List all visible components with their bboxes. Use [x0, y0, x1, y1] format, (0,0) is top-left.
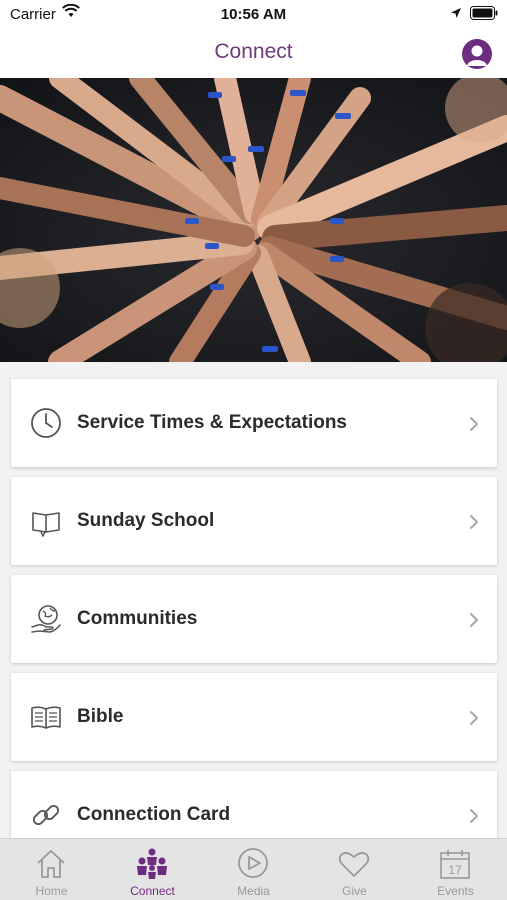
tab-label: Home — [35, 884, 68, 898]
tab-label: Events — [437, 884, 474, 898]
book-icon — [30, 505, 62, 538]
home-icon — [34, 847, 68, 881]
chevron-right-icon — [469, 416, 479, 437]
tab-bar: Home Connect Media Give 17 Events — [0, 838, 507, 900]
hero-image — [0, 78, 507, 362]
chevron-right-icon — [469, 710, 479, 731]
globe-hand-icon — [30, 603, 62, 635]
tab-give[interactable]: Give — [304, 839, 405, 900]
heart-icon — [337, 847, 371, 881]
tab-media[interactable]: Media — [203, 839, 304, 900]
profile-button[interactable] — [462, 39, 492, 69]
menu-item-bible[interactable]: Bible — [11, 673, 497, 761]
menu-item-service-times[interactable]: Service Times & Expectations — [11, 379, 497, 467]
chevron-right-icon — [469, 808, 479, 829]
page-title: Connect — [214, 40, 293, 63]
calendar-icon: 17 — [438, 847, 472, 881]
battery-icon — [470, 6, 498, 25]
location-arrow-icon — [450, 6, 462, 24]
tab-events[interactable]: 17 Events — [405, 839, 506, 900]
tab-connect[interactable]: Connect — [102, 839, 203, 900]
open-bible-icon — [30, 701, 62, 733]
menu-item-label: Service Times & Expectations — [77, 412, 347, 433]
menu-item-label: Connection Card — [77, 804, 231, 825]
people-icon — [135, 847, 169, 881]
menu-item-label: Sunday School — [77, 510, 215, 531]
menu-item-sunday-school[interactable]: Sunday School — [11, 477, 497, 565]
status-bar: Carrier 10:56 AM — [0, 0, 507, 30]
menu-item-label: Communities — [77, 608, 198, 629]
tab-label: Connect — [130, 884, 175, 898]
chevron-right-icon — [469, 612, 479, 633]
tab-home[interactable]: Home — [1, 839, 102, 900]
user-icon — [467, 45, 487, 66]
tab-label: Media — [237, 884, 270, 898]
link-icon — [30, 799, 62, 831]
navigation-bar: Connect — [0, 30, 507, 78]
calendar-day: 17 — [448, 863, 462, 877]
menu-item-communities[interactable]: Communities — [11, 575, 497, 663]
play-icon — [236, 847, 270, 881]
chevron-right-icon — [469, 514, 479, 535]
menu-item-label: Bible — [77, 706, 124, 727]
clock-icon — [30, 407, 62, 439]
clock-time: 10:56 AM — [220, 6, 287, 23]
tab-label: Give — [342, 884, 367, 898]
